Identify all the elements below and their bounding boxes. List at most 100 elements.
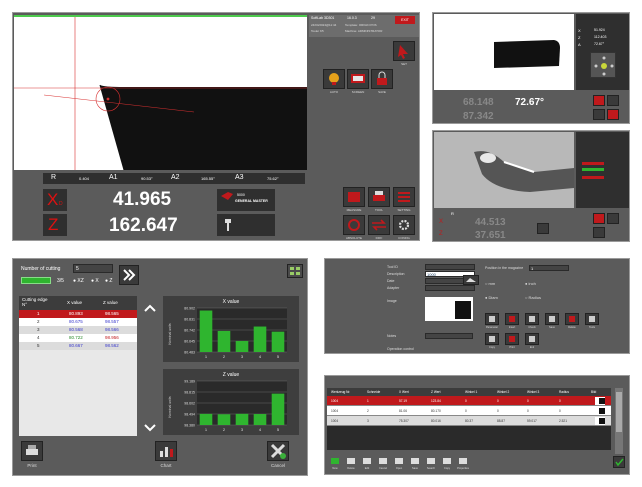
adapter-picker[interactable]	[463, 275, 479, 285]
exit-button[interactable]: EXIT	[395, 16, 415, 24]
right-label-4: SAVE	[378, 90, 386, 94]
table-row[interactable]: 1 80.893 98.565	[19, 310, 137, 318]
form-icon-button[interactable]	[585, 313, 599, 325]
scroll-down[interactable]	[143, 423, 157, 433]
settings-button[interactable]	[287, 264, 303, 278]
next-button[interactable]	[119, 265, 139, 285]
cancel-button[interactable]	[267, 441, 289, 461]
chart-title: Z value	[223, 372, 240, 378]
tool-icon	[221, 192, 233, 200]
tool-id-field[interactable]	[425, 264, 475, 270]
list-cell: 1004	[331, 399, 339, 403]
head-x: X value	[67, 300, 83, 305]
form-label: Operation control	[387, 347, 414, 351]
list-footer-button[interactable]	[425, 456, 437, 466]
tool-info-box[interactable]: 5000 GENERAL MASTER	[217, 189, 275, 211]
list-footer-button[interactable]	[377, 456, 389, 466]
unit-inch[interactable]: ● inch	[525, 281, 536, 286]
scroll-thumb[interactable]	[616, 392, 622, 432]
probe-box[interactable]	[217, 214, 275, 236]
list-footer-button[interactable]	[345, 456, 357, 466]
probe-icon	[225, 219, 231, 231]
ui3-bar-red2	[582, 176, 604, 179]
bottom-btn-5[interactable]	[368, 215, 390, 235]
tool-image-svg	[455, 301, 471, 319]
ui2-dial[interactable]	[590, 52, 616, 78]
list-cell: 3	[367, 419, 369, 423]
list-footer-button[interactable]	[361, 456, 373, 466]
cutting-count-field[interactable]: 5	[73, 264, 113, 273]
tool-action-icon	[509, 336, 515, 342]
form-icon-button[interactable]	[485, 333, 499, 345]
notes-field[interactable]	[425, 333, 473, 339]
ui2-btn-3[interactable]	[593, 109, 605, 120]
table-row[interactable]: 4 80.722 98.956	[19, 334, 137, 342]
list-footer-button[interactable]	[441, 456, 453, 466]
scroll-up[interactable]	[143, 303, 157, 313]
bottom-btn-4[interactable]	[343, 215, 365, 235]
form-icon-button[interactable]	[505, 313, 519, 325]
form-icon-button[interactable]	[545, 313, 559, 325]
bottom-btn-6[interactable]	[393, 215, 415, 235]
form-label: Adapter	[387, 286, 400, 290]
list-cell: 0	[465, 399, 467, 403]
form-icon-button[interactable]	[525, 333, 539, 345]
table-row[interactable]: 2 80.675 98.557	[19, 318, 137, 326]
x-axis-box: X D	[43, 189, 67, 211]
form-icon-button[interactable]	[565, 313, 579, 325]
right-btn-3[interactable]	[347, 69, 369, 89]
option-xz-label: XZ	[77, 278, 84, 284]
mode-radius[interactable]: ○ Radius	[525, 295, 541, 300]
ui3-btn-3[interactable]	[607, 213, 619, 224]
chart-button[interactable]	[155, 441, 177, 461]
ui2-btn-1[interactable]	[593, 95, 605, 106]
mode-radius-label: Radius	[528, 295, 541, 300]
head-z: Z value	[103, 300, 118, 305]
ui3-btn-1[interactable]	[537, 223, 549, 234]
ui2-z-side: 112.403	[594, 35, 607, 39]
form-icon-button[interactable]	[505, 333, 519, 345]
list-footer-button[interactable]	[457, 456, 469, 466]
list-footer-button[interactable]	[409, 456, 421, 466]
list-footer-button[interactable]	[393, 456, 405, 466]
list-cell: 0	[559, 399, 561, 403]
right-btn-2[interactable]	[323, 69, 345, 89]
mode-diam[interactable]: ● Diam	[485, 295, 498, 300]
table-cell-x: 80.893	[69, 311, 83, 316]
ui2-camera-view[interactable]	[434, 14, 574, 90]
bottom-btn-3[interactable]	[393, 187, 415, 207]
right-btn-4[interactable]	[371, 69, 393, 89]
list-row[interactable]: 1004 2 81.06 80.170 0 0 0 0	[327, 406, 611, 416]
list-cell: 80.016	[431, 419, 441, 423]
list-row[interactable]: 1004 1 57.19 123.84 0 0 0 0	[327, 396, 611, 406]
bottom-btn-2[interactable]	[368, 187, 390, 207]
right-btn-1[interactable]	[393, 41, 415, 61]
table-row[interactable]: 3 80.568 98.566	[19, 326, 137, 334]
form-icon-button[interactable]	[525, 313, 539, 325]
ui2-btn-2[interactable]	[607, 95, 619, 106]
option-x[interactable]: ● X	[91, 278, 99, 284]
ui3-x-letter: X	[439, 219, 444, 225]
ui2-btn-4[interactable]	[607, 109, 619, 120]
bottom-btn-1[interactable]	[343, 187, 365, 207]
ui3-camera-view[interactable]	[434, 132, 574, 208]
unit-mm[interactable]: ○ mm	[485, 281, 495, 286]
table-row[interactable]: 5 80.667 98.562	[19, 342, 137, 350]
confirm-button[interactable]	[613, 456, 625, 468]
list-scrollbar[interactable]	[615, 388, 623, 454]
option-xz[interactable]: ● XZ	[73, 278, 84, 284]
option-z[interactable]: ● Z	[105, 278, 112, 284]
list-row[interactable]: 1004 3 75.307 80.016 80.37 88.87 59.017 2.521	[327, 416, 611, 426]
close-icon	[270, 443, 286, 459]
ui3-btn-4[interactable]	[593, 227, 605, 238]
chart-bar	[271, 393, 285, 425]
magazine-field[interactable]: 1	[529, 265, 569, 271]
ui2-a-letter: A	[578, 42, 581, 47]
ui3-btn-2[interactable]	[593, 213, 605, 224]
list-footer-button[interactable]	[329, 456, 341, 466]
footer-action-icon	[395, 458, 403, 464]
form-icon-button[interactable]	[485, 313, 499, 325]
camera-view[interactable]	[14, 15, 307, 170]
tooler-label: Tooler K5	[311, 29, 324, 33]
print-button[interactable]	[21, 441, 43, 461]
